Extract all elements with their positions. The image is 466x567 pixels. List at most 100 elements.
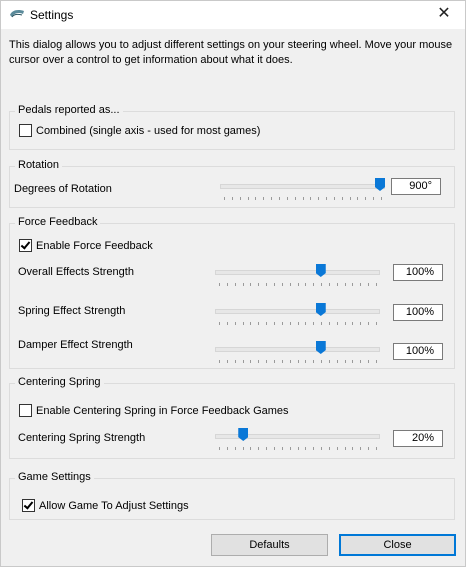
slider-tick bbox=[258, 322, 260, 325]
slider-tick bbox=[368, 322, 370, 325]
slider-ticks bbox=[219, 283, 377, 286]
slider-tick bbox=[368, 447, 370, 450]
slider-tick bbox=[376, 283, 377, 286]
slider-tick bbox=[352, 447, 354, 450]
slider-tick bbox=[360, 360, 362, 363]
slider-track[interactable] bbox=[215, 347, 380, 352]
spring-strength-label: Spring Effect Strength bbox=[18, 305, 126, 317]
slider-tick bbox=[381, 197, 382, 200]
intro-text: This dialog allows you to adjust differe… bbox=[9, 39, 453, 66]
degrees-slider[interactable] bbox=[220, 178, 385, 200]
allow-game-label: Allow Game To Adjust Settings bbox=[39, 499, 189, 512]
slider-tick bbox=[305, 283, 307, 286]
slider-tick bbox=[278, 197, 280, 200]
overall-strength-value[interactable]: 100% bbox=[393, 264, 443, 281]
slider-tick bbox=[242, 447, 244, 450]
slider-tick bbox=[328, 322, 330, 325]
slider-tick bbox=[289, 360, 291, 363]
defaults-button[interactable]: Defaults bbox=[211, 534, 328, 556]
slider-tick bbox=[226, 283, 228, 286]
rotation-group-label: Rotation bbox=[15, 159, 62, 171]
rotation-group: Rotation Degrees of Rotation 900° bbox=[9, 159, 455, 208]
spring-strength-value[interactable]: 100% bbox=[393, 304, 443, 321]
close-button[interactable]: Close bbox=[339, 534, 456, 556]
damper-strength-slider[interactable] bbox=[215, 341, 380, 363]
overall-strength-label: Overall Effects Strength bbox=[18, 266, 134, 278]
overall-strength-slider[interactable] bbox=[215, 264, 380, 286]
slider-tick bbox=[258, 283, 260, 286]
slider-tick bbox=[352, 322, 354, 325]
slider-tick bbox=[368, 360, 370, 363]
slider-tick bbox=[226, 322, 228, 325]
slider-tick bbox=[297, 360, 299, 363]
slider-tick bbox=[297, 283, 299, 286]
slider-tick bbox=[226, 360, 228, 363]
centering-strength-slider[interactable] bbox=[215, 428, 380, 450]
slider-tick bbox=[266, 360, 268, 363]
slider-tick bbox=[305, 360, 307, 363]
centering-strength-value[interactable]: 20% bbox=[393, 430, 443, 447]
slider-tick bbox=[302, 197, 304, 200]
combined-checkbox-row[interactable]: Combined (single axis - used for most ga… bbox=[19, 124, 260, 137]
slider-tick bbox=[313, 360, 315, 363]
slider-tick bbox=[258, 360, 260, 363]
slider-track[interactable] bbox=[220, 184, 385, 189]
damper-strength-label: Damper Effect Strength bbox=[18, 339, 133, 351]
enable-ffb-row[interactable]: Enable Force Feedback bbox=[19, 239, 153, 252]
pedals-group-label: Pedals reported as... bbox=[15, 104, 123, 116]
slider-tick bbox=[321, 360, 323, 363]
game-settings-group-label: Game Settings bbox=[15, 471, 94, 483]
slider-tick bbox=[336, 447, 338, 450]
slider-tick bbox=[242, 322, 244, 325]
slider-tick bbox=[352, 360, 354, 363]
slider-tick bbox=[321, 447, 323, 450]
slider-tick bbox=[263, 197, 265, 200]
slider-tick bbox=[273, 360, 275, 363]
force-feedback-group-label: Force Feedback bbox=[15, 216, 101, 228]
slider-tick bbox=[376, 360, 377, 363]
slider-tick bbox=[242, 283, 244, 286]
combined-checkbox[interactable] bbox=[19, 124, 32, 137]
slider-tick bbox=[294, 197, 296, 200]
slider-thumb[interactable] bbox=[375, 178, 385, 191]
slider-thumb[interactable] bbox=[238, 428, 249, 441]
slider-tick bbox=[318, 197, 320, 200]
slider-tick bbox=[313, 283, 315, 286]
slider-tick bbox=[376, 447, 377, 450]
slider-tick bbox=[352, 283, 354, 286]
centering-spring-group-label: Centering Spring bbox=[15, 376, 104, 388]
slider-ticks bbox=[219, 360, 377, 363]
slider-thumb[interactable] bbox=[315, 341, 326, 354]
enable-centering-checkbox[interactable] bbox=[19, 404, 32, 417]
enable-centering-row[interactable]: Enable Centering Spring in Force Feedbac… bbox=[19, 404, 289, 417]
damper-strength-value[interactable]: 100% bbox=[393, 343, 443, 360]
slider-tick bbox=[344, 283, 346, 286]
enable-centering-label: Enable Centering Spring in Force Feedbac… bbox=[36, 404, 289, 417]
slider-tick bbox=[336, 360, 338, 363]
slider-track[interactable] bbox=[215, 270, 380, 275]
allow-game-checkbox[interactable] bbox=[22, 499, 35, 512]
spring-strength-slider[interactable] bbox=[215, 303, 380, 325]
degrees-value[interactable]: 900° bbox=[391, 178, 441, 195]
slider-tick bbox=[234, 447, 236, 450]
settings-dialog: Settings ✕ This dialog allows you to adj… bbox=[0, 0, 466, 567]
slider-tick bbox=[266, 283, 268, 286]
slider-tick bbox=[289, 447, 291, 450]
slider-tick bbox=[239, 197, 241, 200]
slider-tick bbox=[281, 447, 283, 450]
slider-thumb[interactable] bbox=[315, 303, 326, 316]
close-icon[interactable]: ✕ bbox=[433, 4, 455, 24]
slider-tick bbox=[360, 283, 362, 286]
slider-tick bbox=[328, 360, 330, 363]
slider-tick bbox=[247, 197, 249, 200]
slider-track[interactable] bbox=[215, 309, 380, 314]
enable-ffb-checkbox[interactable] bbox=[19, 239, 32, 252]
slider-tick bbox=[250, 283, 252, 286]
slider-tick bbox=[273, 447, 275, 450]
slider-thumb[interactable] bbox=[315, 264, 326, 277]
slider-tick bbox=[305, 322, 307, 325]
allow-game-row[interactable]: Allow Game To Adjust Settings bbox=[22, 499, 189, 512]
slider-tick bbox=[373, 197, 375, 200]
slider-tick bbox=[328, 283, 330, 286]
slider-tick bbox=[333, 197, 335, 200]
